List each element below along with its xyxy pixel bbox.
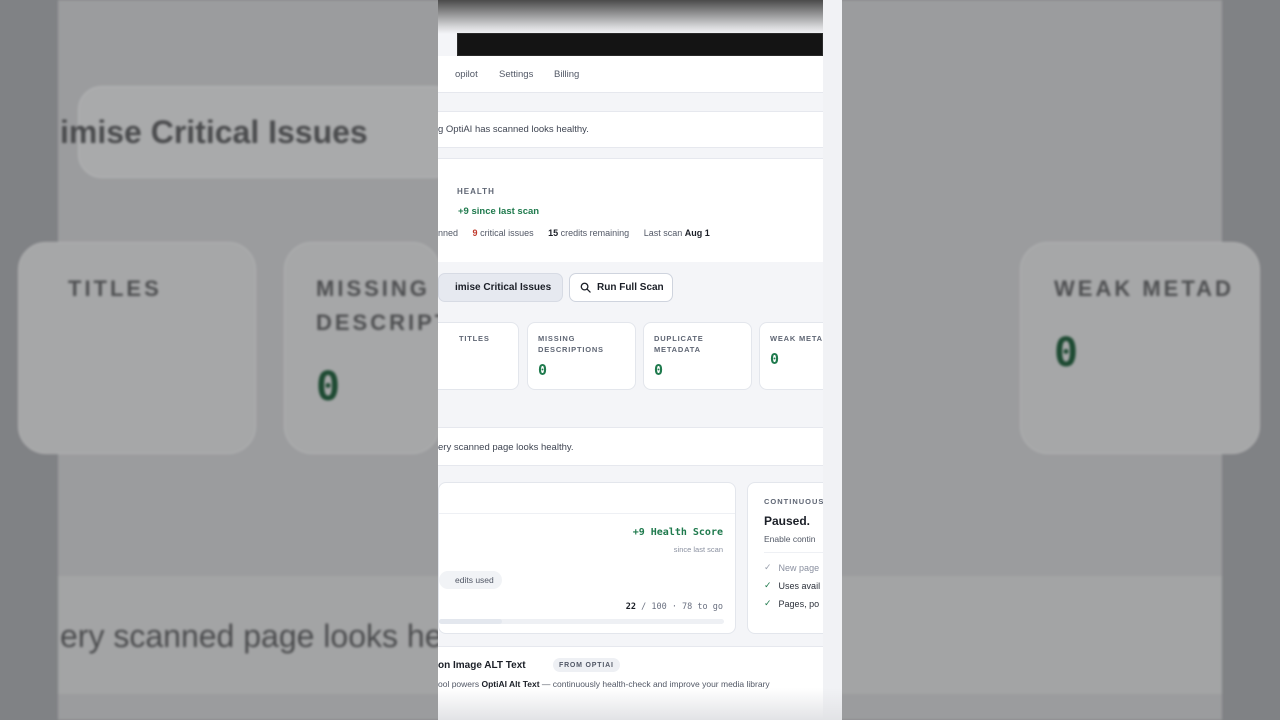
metric-value: 0 — [654, 361, 664, 379]
dashboard-content: opilot Settings Billing g OptiAI has sca… — [438, 56, 823, 720]
continuous-kicker: CONTINUOUS — [764, 497, 823, 506]
continuous-item: ✓ New page — [764, 562, 820, 573]
metric-card-titles[interactable]: TITLES — [438, 322, 519, 390]
panel-edge — [823, 0, 842, 720]
search-icon — [580, 282, 591, 293]
run-full-scan-button[interactable]: Run Full Scan — [569, 273, 673, 302]
metric-label: TITLES — [459, 334, 490, 343]
metric-value: 0 — [538, 361, 548, 379]
stat-critical-count: 9 — [472, 228, 478, 238]
healthy-banner-text: ery scanned page looks healthy. — [438, 442, 574, 453]
score-progress-text: 22 / 100 · 78 to go — [625, 602, 723, 612]
backdrop-healthy-text: ery scanned page looks he — [60, 618, 443, 654]
continuous-item: ✓ Pages, po — [764, 598, 820, 609]
from-optiai-badge: FROM OPTIAI — [553, 658, 620, 672]
health-score-delta: +9 Health Score — [632, 527, 723, 538]
optimise-button-label: imise Critical Issues — [455, 282, 552, 293]
score-card: +9 Health Score since last scan edits us… — [438, 482, 736, 634]
healthy-banner: ery scanned page looks healthy. — [438, 427, 823, 466]
score-progress-fill — [439, 619, 502, 624]
run-full-scan-label: Run Full Scan — [597, 282, 664, 293]
top-nav: opilot Settings Billing — [438, 56, 823, 93]
metric-label: MISSING DESCRIPTIONS — [538, 334, 604, 354]
continuous-subtitle: Enable contin — [764, 534, 816, 544]
continuous-card: CONTINUOUS Paused. Enable contin ✓ New pa… — [747, 482, 823, 634]
health-delta: +9 since last scan — [458, 206, 540, 217]
nav-item-autopilot[interactable]: opilot — [455, 69, 478, 80]
backdrop-card-missing — [284, 242, 440, 454]
score-since: since last scan — [673, 545, 723, 554]
metric-value: 0 — [770, 350, 780, 368]
metric-card-weak-metadata[interactable]: WEAK METAD 0 — [759, 322, 823, 390]
credits-used-pill: edits used — [439, 571, 502, 589]
backdrop-label-missing: MISSING — [316, 276, 430, 301]
metric-card-missing-descriptions[interactable]: MISSING DESCRIPTIONS 0 — [527, 322, 636, 390]
score-divider — [439, 513, 735, 514]
bottom-fade — [438, 688, 842, 720]
alt-text-title: on Image ALT Text — [438, 660, 526, 671]
continuous-title: Paused. — [764, 514, 811, 528]
health-kicker: HEALTH — [457, 187, 495, 196]
healthy-banner-top-text: g OptiAI has scanned looks healthy. — [438, 124, 589, 135]
stat-scanned: nned — [438, 228, 459, 238]
optimise-critical-issues-button[interactable]: imise Critical Issues — [438, 273, 563, 302]
backdrop-zero-right: 0 — [1054, 330, 1079, 376]
continuous-divider — [764, 552, 823, 553]
nav-item-billing[interactable]: Billing — [554, 69, 579, 80]
nav-item-settings[interactable]: Settings — [499, 69, 533, 80]
healthy-banner-top: g OptiAI has scanned looks healthy. — [438, 111, 823, 148]
redacted-bar — [457, 33, 823, 56]
backdrop-card-titles — [18, 242, 256, 454]
check-icon: ✓ — [764, 598, 772, 608]
health-stats: nned 9 critical issues 15 credits remain… — [438, 228, 710, 238]
score-progress-track — [439, 619, 724, 624]
backdrop-label-weak: WEAK METAD — [1054, 276, 1234, 301]
app-panel: opilot Settings Billing g OptiAI has sca… — [438, 0, 842, 720]
backdrop-zero-left: 0 — [316, 364, 341, 410]
stat-last-scan-value: Aug 1 — [684, 228, 710, 238]
metric-label: DUPLICATE METADATA — [654, 334, 704, 354]
backdrop-label-titles: TITLES — [68, 276, 162, 301]
backdrop-label-descript: DESCRIPT — [316, 310, 452, 335]
metric-card-duplicate-metadata[interactable]: DUPLICATE METADATA 0 — [643, 322, 752, 390]
check-icon: ✓ — [764, 562, 772, 572]
check-icon: ✓ — [764, 580, 772, 590]
stat-last-scan-label: Last scan — [643, 228, 683, 238]
stat-credits-label: credits remaining — [560, 228, 630, 238]
metric-label: WEAK METAD — [770, 334, 823, 343]
stat-critical-label: critical issues — [480, 228, 534, 238]
backdrop-optimise-text: imise Critical Issues — [60, 114, 368, 150]
site-health-card: HEALTH +9 since last scan nned 9 critica… — [438, 158, 823, 262]
stat-credits-count: 15 — [548, 228, 559, 238]
continuous-item: ✓ Uses avail — [764, 580, 821, 591]
top-fade — [438, 0, 842, 34]
